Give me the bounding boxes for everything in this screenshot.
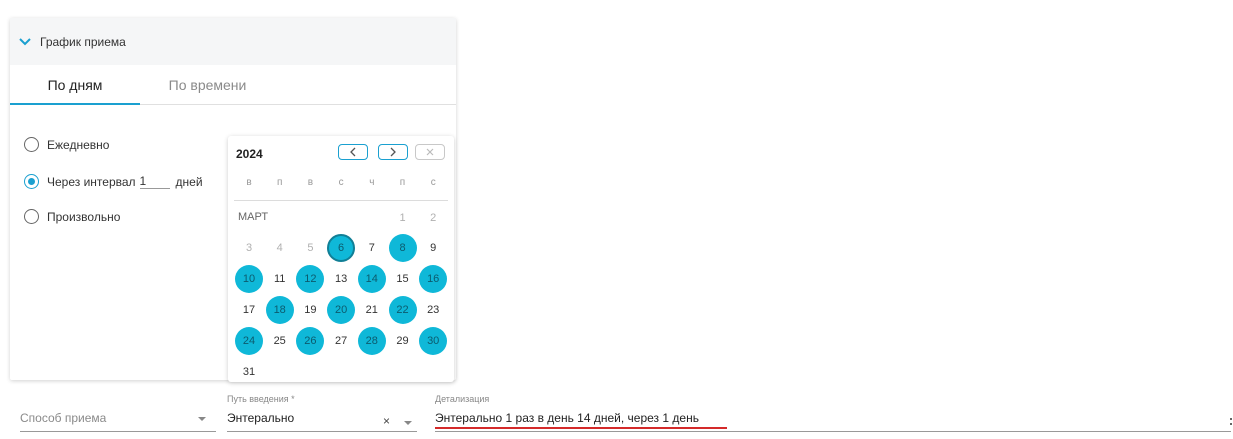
intake-method-placeholder: Способ приема <box>20 411 107 425</box>
close-calendar-button[interactable] <box>415 144 445 160</box>
calendar-day[interactable]: 29 <box>389 327 417 355</box>
calendar-day[interactable]: 27 <box>327 327 355 355</box>
chevron-right-icon <box>390 147 396 157</box>
weekday-label: п <box>276 177 283 188</box>
calendar-month-label: МАРТ <box>238 211 269 223</box>
calendar-day[interactable]: 3 <box>235 234 263 262</box>
calendar-day[interactable]: 17 <box>235 296 263 324</box>
clear-icon[interactable]: × <box>383 414 390 428</box>
calendar-day[interactable]: 14 <box>357 265 386 293</box>
calendar-day[interactable]: 26 <box>296 327 325 355</box>
calendar-day[interactable]: 30 <box>419 327 448 355</box>
intake-method-dropdown-icon[interactable] <box>198 417 206 421</box>
calendar-day[interactable]: 7 <box>358 234 386 262</box>
calendar-day[interactable]: 20 <box>327 296 356 324</box>
schedule-section-header[interactable]: График приема <box>10 18 456 65</box>
radio-daily-label: Ежедневно <box>47 137 110 152</box>
next-month-button[interactable] <box>378 144 408 160</box>
radio-option-custom[interactable]: Произвольно <box>24 209 120 224</box>
route-field[interactable]: Путь введения * Энтерально × <box>227 394 417 434</box>
field-underline <box>435 431 1231 432</box>
calendar-day[interactable]: 8 <box>388 234 417 262</box>
details-field[interactable]: Детализация Энтерально 1 раз в день 14 д… <box>435 394 1231 434</box>
radio-option-daily[interactable]: Ежедневно <box>24 137 109 152</box>
radio-custom-label: Произвольно <box>47 209 121 224</box>
interval-unit-label: дней <box>175 174 203 189</box>
field-underline <box>227 431 417 432</box>
route-value: Энтерально <box>227 411 295 425</box>
spellcheck-underline <box>435 427 727 429</box>
resize-handle <box>1230 423 1232 425</box>
calendar-day[interactable]: 16 <box>419 265 448 293</box>
calendar-popup: 2024 впвсчпс МАРТ 1 2 3 4 5 6 7 8 9 10 11 12 13 14 15 1… <box>228 136 454 382</box>
schedule-tabs: По дням По времени <box>10 65 456 105</box>
resize-handle <box>1230 418 1232 420</box>
calendar-day[interactable]: 18 <box>265 296 294 324</box>
tab-by-time[interactable]: По времени <box>140 65 275 105</box>
calendar-day[interactable]: 31 <box>235 358 263 386</box>
calendar-day[interactable]: 1 <box>389 204 417 232</box>
calendar-day[interactable]: 28 <box>357 327 386 355</box>
section-title: График приема <box>40 34 126 49</box>
calendar-day[interactable]: 9 <box>419 234 447 262</box>
calendar-day[interactable]: 2 <box>419 204 447 232</box>
chevron-left-icon <box>350 147 356 157</box>
weekday-label: с <box>338 177 344 188</box>
calendar-day[interactable]: 24 <box>235 327 263 355</box>
calendar-day[interactable]: 5 <box>296 234 324 262</box>
calendar-day[interactable]: 12 <box>296 265 325 293</box>
calendar-day[interactable]: 6 <box>327 234 356 262</box>
radio-interval-label: Через интервал <box>47 174 136 189</box>
prev-month-button[interactable] <box>338 144 368 160</box>
chevron-down-icon[interactable] <box>16 33 34 51</box>
field-underline <box>20 431 216 432</box>
route-label: Путь введения * <box>227 394 295 404</box>
calendar-day[interactable]: 23 <box>419 296 447 324</box>
calendar-day[interactable]: 19 <box>296 296 324 324</box>
weekday-label: в <box>246 177 252 188</box>
calendar-day[interactable]: 13 <box>327 265 355 293</box>
details-label: Детализация <box>435 394 490 404</box>
weekday-label: с <box>430 177 436 188</box>
radio-daily[interactable] <box>24 137 39 152</box>
weekday-label: п <box>399 177 406 188</box>
radio-custom[interactable] <box>24 209 39 224</box>
intake-method-field[interactable]: Способ приема <box>20 400 216 434</box>
radio-option-interval[interactable]: Через интервал 1 дней <box>24 174 203 189</box>
radio-interval[interactable] <box>24 174 39 189</box>
interval-input[interactable]: 1 <box>139 174 170 189</box>
calendar-year: 2024 <box>236 147 263 161</box>
calendar-day[interactable]: 4 <box>266 234 294 262</box>
weekday-label: в <box>307 177 314 188</box>
calendar-day[interactable]: 11 <box>266 265 294 293</box>
route-dropdown-icon[interactable] <box>404 421 412 425</box>
weekday-label: ч <box>369 177 375 188</box>
calendar-day[interactable]: 22 <box>388 296 417 324</box>
calendar-day[interactable]: 25 <box>266 327 294 355</box>
calendar-day[interactable]: 15 <box>389 265 417 293</box>
details-value: Энтерально 1 раз в день 14 дней, через 1… <box>435 411 699 425</box>
tab-by-days[interactable]: По дням <box>10 65 140 105</box>
close-icon <box>426 148 434 156</box>
calendar-day[interactable]: 10 <box>235 265 263 293</box>
calendar-separator <box>234 200 448 201</box>
calendar-day[interactable]: 21 <box>358 296 386 324</box>
